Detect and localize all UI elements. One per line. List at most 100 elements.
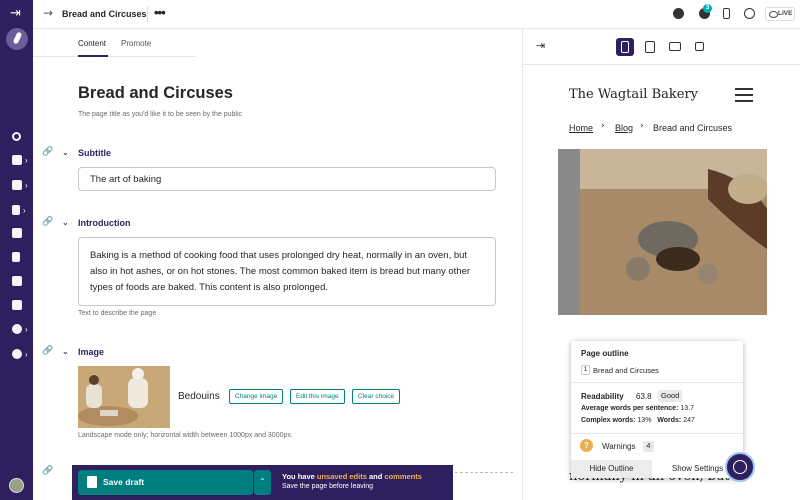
complex-words-value: 13% xyxy=(637,417,652,424)
link-icon[interactable]: 🔗 xyxy=(42,466,53,476)
average-words-value: 13.7 xyxy=(680,405,694,412)
desktop-icon xyxy=(669,42,681,51)
chevron-right-icon: › xyxy=(25,180,28,190)
external-link-icon xyxy=(695,42,704,51)
clear-choice-button[interactable]: Clear choice xyxy=(352,389,401,404)
wagtail-logo[interactable] xyxy=(6,28,28,50)
chevron-right-icon: › xyxy=(601,121,605,131)
document-icon xyxy=(12,252,20,262)
breadcrumb-home[interactable]: Home xyxy=(569,123,593,133)
cogs-icon xyxy=(12,349,22,359)
tab-content[interactable]: Content xyxy=(78,39,106,48)
info-icon[interactable] xyxy=(673,8,684,19)
briefcase-icon xyxy=(12,180,22,190)
unsaved-message-and: and xyxy=(366,472,385,481)
sidebar-item-snippets[interactable]: › xyxy=(0,175,33,195)
link-icon[interactable]: 🔗 xyxy=(42,346,53,356)
divider xyxy=(571,433,743,434)
top-bar: → Bread and Circuses ••• 3 LIVE xyxy=(33,0,800,29)
globe-icon xyxy=(12,324,22,334)
page-title-breadcrumb[interactable]: Bread and Circuses xyxy=(62,9,147,19)
arrow-right-icon[interactable]: → xyxy=(43,6,53,20)
save-bar: Save draft ⌃ You have unsaved edits and … xyxy=(72,465,453,500)
tablet-size-button[interactable] xyxy=(641,38,659,56)
sidebar-item-documents[interactable] xyxy=(0,247,33,267)
accessibility-checker-button[interactable] xyxy=(725,452,755,482)
comments-highlight: comments xyxy=(384,472,422,481)
unsaved-edits-highlight: unsaved edits xyxy=(316,472,367,481)
unsaved-message-sub: Save the page before leaving xyxy=(282,483,374,490)
chevron-right-icon: › xyxy=(25,349,28,359)
sidebar-item-pages[interactable]: › xyxy=(0,150,33,170)
introduction-textarea[interactable]: Baking is a method of cooking food that … xyxy=(78,237,496,306)
save-more-actions-button[interactable]: ⌃ xyxy=(254,470,271,495)
sidebar: ⇥ › › › › › xyxy=(0,0,33,500)
desktop-size-button[interactable] xyxy=(666,38,684,56)
collapse-panel-icon[interactable]: ⇥ xyxy=(536,39,545,52)
outline-title: Page outline xyxy=(581,349,629,358)
words-label: Words: xyxy=(657,417,682,424)
average-words-label: Average words per sentence: xyxy=(581,405,679,412)
introduction-label: Introduction xyxy=(78,218,131,228)
subtitle-input[interactable]: The art of baking xyxy=(78,167,496,191)
mobile-icon xyxy=(621,41,629,53)
outline-heading[interactable]: Bread and Circuses xyxy=(593,366,659,375)
chevron-down-icon[interactable]: ⌄ xyxy=(62,148,69,157)
mobile-preview-icon[interactable] xyxy=(723,8,730,19)
image-icon xyxy=(12,228,22,238)
save-draft-button[interactable]: Save draft xyxy=(78,470,253,495)
active-tab-indicator xyxy=(78,55,108,57)
complex-words-stat: Complex words: 13% Words: 247 xyxy=(581,417,695,424)
preview-hero-image xyxy=(558,149,767,315)
preview-site-name[interactable]: The Wagtail Bakery xyxy=(569,87,698,102)
unsaved-message: You have unsaved edits and comments xyxy=(282,472,422,481)
accessibility-icon xyxy=(733,460,747,474)
introduction-help: Text to describe the page xyxy=(78,310,157,317)
sidebar-item-help[interactable]: › xyxy=(0,319,33,339)
mobile-size-button[interactable] xyxy=(616,38,634,56)
chevron-right-icon: › xyxy=(23,205,26,215)
change-image-button[interactable]: Change image xyxy=(229,389,284,404)
save-draft-label: Save draft xyxy=(103,477,145,487)
page-title-heading[interactable]: Bread and Circuses xyxy=(78,84,233,103)
more-actions-button[interactable]: ••• xyxy=(154,5,166,20)
sidebar-item-locations[interactable] xyxy=(0,271,33,291)
page-outline-panel: Page outline 1 Bread and Circuses Readab… xyxy=(571,341,743,478)
link-icon[interactable]: 🔗 xyxy=(42,217,53,227)
warning-icon: ? xyxy=(580,439,593,452)
sidebar-toggle-icon[interactable]: ⇥ xyxy=(10,6,21,21)
shapes-icon xyxy=(12,276,22,286)
warnings-count-badge: 4 xyxy=(643,441,654,452)
chevron-down-icon[interactable]: ⌄ xyxy=(62,218,69,227)
image-help: Landscape mode only; horizontal width be… xyxy=(78,432,293,439)
sidebar-item-bread[interactable]: › xyxy=(0,200,33,220)
hamburger-menu-icon[interactable] xyxy=(735,88,753,102)
comment-count-badge: 3 xyxy=(703,4,712,13)
chevron-right-icon: › xyxy=(25,155,28,165)
folder-icon xyxy=(12,155,22,165)
sidebar-item-settings[interactable]: › xyxy=(0,344,33,364)
tab-promote[interactable]: Promote xyxy=(121,39,151,48)
divider xyxy=(455,472,513,473)
hide-outline-button[interactable]: Hide Outline xyxy=(571,460,652,478)
heading-level-badge: 1 xyxy=(581,365,590,375)
page-title-help: The page title as you'd like it to be se… xyxy=(78,111,242,118)
open-new-window-button[interactable] xyxy=(690,38,708,56)
chevron-up-icon: ⌃ xyxy=(259,477,266,486)
divider xyxy=(147,6,148,22)
sidebar-item-forms[interactable] xyxy=(0,295,33,315)
avatar[interactable] xyxy=(9,478,24,493)
breadcrumb-blog[interactable]: Blog xyxy=(615,123,633,133)
history-icon[interactable] xyxy=(744,8,755,19)
sidebar-item-images[interactable] xyxy=(0,223,33,243)
divider xyxy=(571,382,743,383)
sidebar-item-search[interactable] xyxy=(0,126,33,146)
live-status-button[interactable]: LIVE xyxy=(765,7,795,21)
link-icon[interactable]: 🔗 xyxy=(42,147,53,157)
search-icon xyxy=(12,131,21,141)
average-words-stat: Average words per sentence: 13.7 xyxy=(581,405,694,412)
chevron-down-icon[interactable]: ⌄ xyxy=(62,347,69,356)
image-thumbnail[interactable] xyxy=(78,366,170,428)
edit-image-button[interactable]: Edit this image xyxy=(290,389,345,404)
warnings-label[interactable]: Warnings xyxy=(602,442,636,451)
